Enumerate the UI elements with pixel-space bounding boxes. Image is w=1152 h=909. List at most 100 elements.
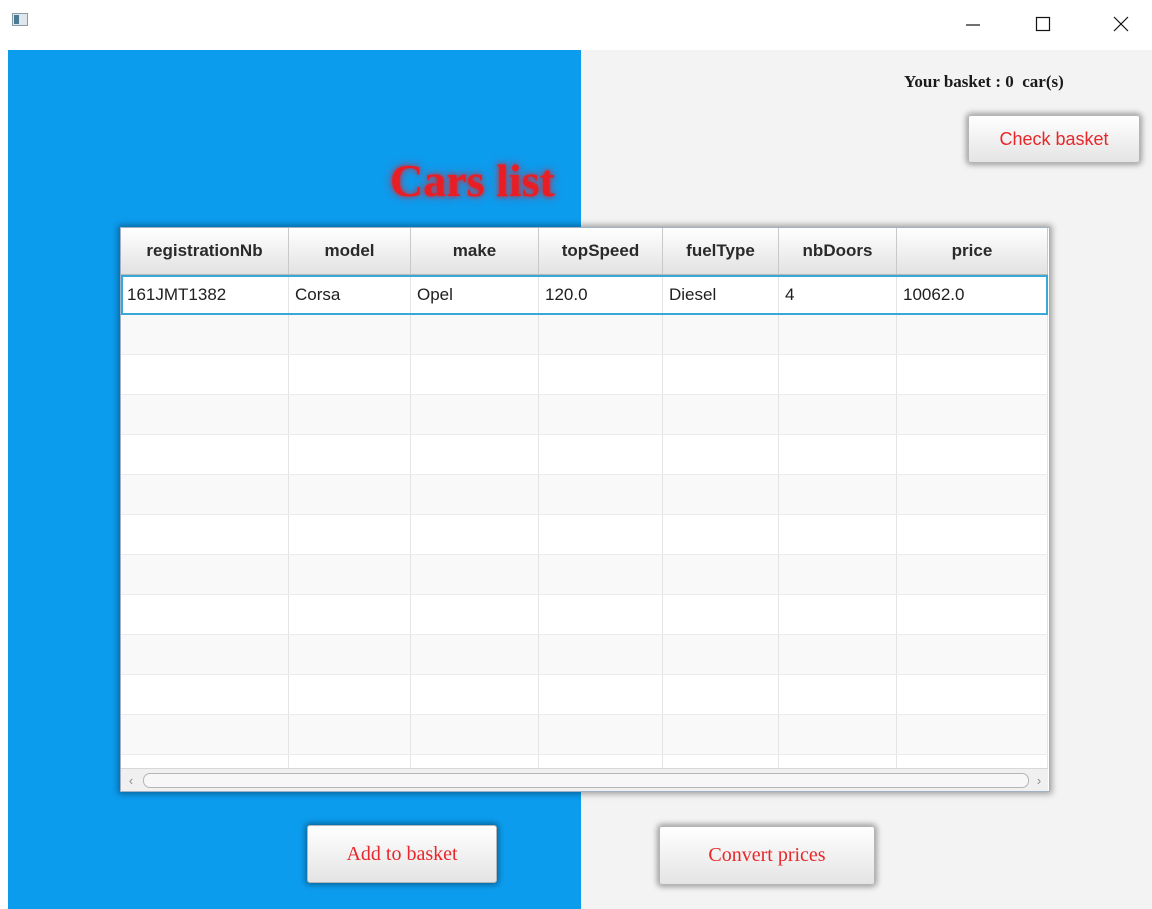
empty-cell bbox=[121, 675, 289, 714]
empty-cell bbox=[289, 715, 411, 754]
page-title: Cars list bbox=[390, 155, 555, 206]
column-header-price[interactable]: price bbox=[897, 228, 1048, 274]
empty-cell bbox=[779, 715, 897, 754]
table-header: registrationNb model make topSpeed fuelT… bbox=[121, 228, 1048, 275]
empty-cell bbox=[411, 475, 539, 514]
empty-cell bbox=[121, 715, 289, 754]
empty-cell bbox=[897, 515, 1048, 554]
empty-cell bbox=[663, 315, 779, 354]
empty-cell bbox=[121, 355, 289, 394]
empty-cell bbox=[779, 395, 897, 434]
cell-model: Corsa bbox=[289, 275, 411, 314]
empty-cell bbox=[539, 635, 663, 674]
table-row[interactable]: 161JMT1382 Corsa Opel 120.0 Diesel 4 100… bbox=[121, 275, 1048, 315]
empty-table-row bbox=[121, 355, 1048, 395]
scrollbar-thumb[interactable] bbox=[143, 773, 1029, 788]
empty-cell bbox=[411, 595, 539, 634]
empty-cell bbox=[779, 315, 897, 354]
scroll-right-icon[interactable]: › bbox=[1031, 771, 1047, 789]
empty-cell bbox=[121, 395, 289, 434]
convert-prices-button[interactable]: Convert prices bbox=[659, 826, 875, 885]
empty-table-row bbox=[121, 395, 1048, 435]
column-header-make[interactable]: make bbox=[411, 228, 539, 274]
basket-count-text: Your basket : 0 car(s) bbox=[904, 72, 1064, 91]
minimize-icon[interactable] bbox=[950, 0, 996, 48]
empty-cell bbox=[289, 595, 411, 634]
empty-cell bbox=[121, 315, 289, 354]
check-basket-button[interactable]: Check basket bbox=[968, 115, 1140, 163]
empty-cell bbox=[121, 475, 289, 514]
empty-cell bbox=[289, 395, 411, 434]
empty-cell bbox=[539, 555, 663, 594]
empty-table-row bbox=[121, 675, 1048, 715]
empty-cell bbox=[663, 755, 779, 768]
empty-cell bbox=[779, 635, 897, 674]
empty-cell bbox=[411, 635, 539, 674]
empty-cell bbox=[411, 355, 539, 394]
empty-cell bbox=[779, 355, 897, 394]
empty-cell bbox=[779, 515, 897, 554]
empty-cell bbox=[539, 595, 663, 634]
empty-table-row bbox=[121, 315, 1048, 355]
empty-cell bbox=[897, 435, 1048, 474]
scroll-left-icon[interactable]: ‹ bbox=[123, 771, 139, 789]
empty-cell bbox=[411, 675, 539, 714]
empty-cell bbox=[539, 355, 663, 394]
empty-cell bbox=[539, 715, 663, 754]
empty-cell bbox=[411, 755, 539, 768]
empty-cell bbox=[539, 515, 663, 554]
empty-cell bbox=[897, 475, 1048, 514]
empty-cell bbox=[897, 355, 1048, 394]
empty-cell bbox=[289, 355, 411, 394]
empty-table-row bbox=[121, 715, 1048, 755]
empty-cell bbox=[539, 395, 663, 434]
empty-cell bbox=[663, 675, 779, 714]
empty-cell bbox=[539, 475, 663, 514]
empty-cell bbox=[121, 635, 289, 674]
empty-cell bbox=[539, 675, 663, 714]
cell-nbdoors: 4 bbox=[779, 275, 897, 314]
empty-cell bbox=[289, 315, 411, 354]
empty-table-row bbox=[121, 595, 1048, 635]
empty-cell bbox=[663, 475, 779, 514]
column-header-registrationnb[interactable]: registrationNb bbox=[121, 228, 289, 274]
empty-cell bbox=[663, 355, 779, 394]
horizontal-scrollbar[interactable]: ‹ › bbox=[121, 768, 1048, 791]
empty-cell bbox=[779, 435, 897, 474]
empty-table-row bbox=[121, 475, 1048, 515]
empty-cell bbox=[289, 475, 411, 514]
empty-cell bbox=[539, 755, 663, 768]
cell-fueltype: Diesel bbox=[663, 275, 779, 314]
empty-cell bbox=[897, 755, 1048, 768]
empty-cell bbox=[897, 315, 1048, 354]
empty-cell bbox=[897, 595, 1048, 634]
empty-cell bbox=[411, 315, 539, 354]
cell-price: 10062.0 bbox=[897, 275, 1048, 314]
empty-cell bbox=[539, 315, 663, 354]
empty-cell bbox=[121, 555, 289, 594]
empty-cell bbox=[411, 555, 539, 594]
empty-cell bbox=[779, 755, 897, 768]
column-header-nbdoors[interactable]: nbDoors bbox=[779, 228, 897, 274]
column-header-model[interactable]: model bbox=[289, 228, 411, 274]
empty-cell bbox=[897, 635, 1048, 674]
empty-cell bbox=[289, 675, 411, 714]
column-header-topspeed[interactable]: topSpeed bbox=[539, 228, 663, 274]
empty-cell bbox=[121, 595, 289, 634]
close-icon[interactable] bbox=[1098, 0, 1144, 48]
empty-cell bbox=[411, 715, 539, 754]
empty-cell bbox=[289, 635, 411, 674]
empty-cell bbox=[779, 555, 897, 594]
empty-table-row bbox=[121, 515, 1048, 555]
maximize-icon[interactable] bbox=[1020, 0, 1066, 48]
cars-table[interactable]: registrationNb model make topSpeed fuelT… bbox=[120, 227, 1050, 792]
add-to-basket-button[interactable]: Add to basket bbox=[307, 825, 497, 883]
empty-cell bbox=[897, 675, 1048, 714]
cell-topspeed: 120.0 bbox=[539, 275, 663, 314]
empty-cell bbox=[289, 435, 411, 474]
empty-cell bbox=[897, 715, 1048, 754]
empty-cell bbox=[289, 515, 411, 554]
empty-cell bbox=[289, 555, 411, 594]
empty-cell bbox=[663, 515, 779, 554]
column-header-fueltype[interactable]: fuelType bbox=[663, 228, 779, 274]
